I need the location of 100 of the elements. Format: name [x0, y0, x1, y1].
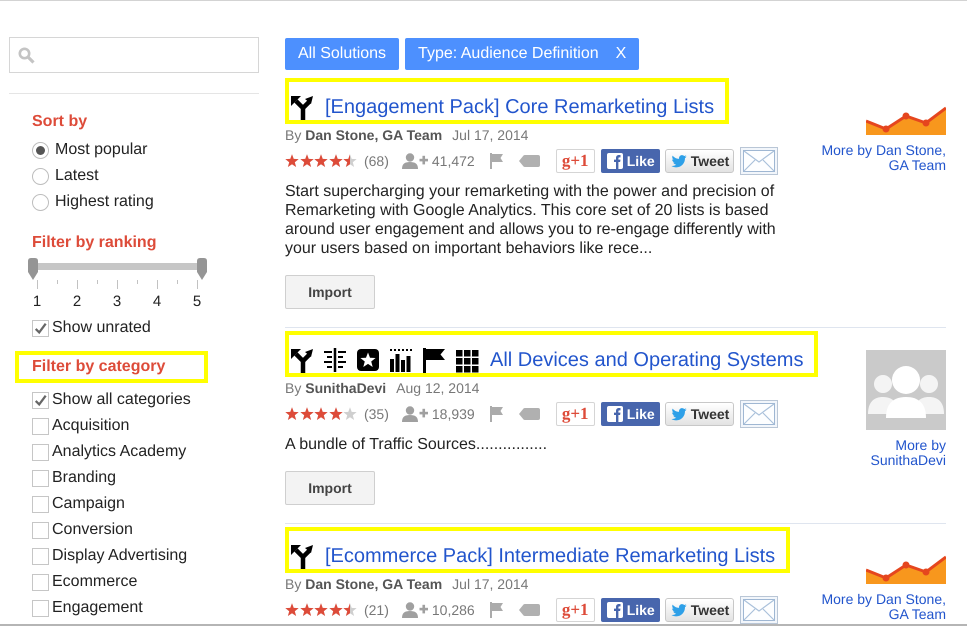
checkbox-label: Show unrated — [52, 318, 151, 338]
checkbox[interactable] — [32, 470, 49, 486]
plus-one-button[interactable]: g+1 — [556, 149, 595, 173]
author-link[interactable]: More by Dan Stone, GA Team — [821, 592, 946, 622]
search-field[interactable] — [9, 37, 259, 73]
import-count: 18,939 — [432, 404, 475, 424]
email-button[interactable] — [740, 147, 778, 175]
tag-icon[interactable] — [518, 155, 540, 167]
publish-date: Aug 12, 2014 — [396, 378, 480, 398]
add-person-icon — [402, 406, 428, 422]
star-icon — [328, 407, 343, 421]
author-line: By SunithaDevi — [285, 378, 386, 398]
radio-button[interactable] — [32, 142, 49, 158]
checkbox[interactable] — [32, 392, 49, 408]
tweet-button[interactable]: Tweet — [664, 598, 734, 622]
bar-chart-icon — [389, 347, 413, 373]
like-button[interactable]: Like — [600, 402, 660, 426]
publish-date: Jul 17, 2014 — [452, 126, 528, 144]
checkbox[interactable] — [32, 522, 49, 538]
flag-icon[interactable] — [490, 602, 503, 618]
solution-title-link[interactable]: [Engagement Pack] Core Remarketing Lists — [325, 94, 714, 120]
star-icon — [314, 407, 328, 421]
author-link[interactable]: More by SunithaDevi — [821, 438, 946, 468]
flag-icon[interactable] — [490, 406, 503, 422]
solution-description: A bundle of Traffic Sources................ — [285, 435, 548, 454]
email-button[interactable] — [740, 596, 778, 624]
section-heading: Sort by — [32, 112, 88, 132]
radio-button[interactable] — [32, 168, 49, 184]
slider-thumb[interactable] — [28, 258, 38, 280]
tick-label: 4 — [152, 293, 162, 311]
like-button[interactable]: Like — [600, 149, 660, 173]
checkbox-label: Acquisition — [52, 416, 130, 436]
tick-label: 3 — [112, 293, 122, 311]
checkbox-label: Ecommerce — [52, 572, 138, 592]
checkbox[interactable] — [32, 600, 49, 616]
import-count: 10,286 — [432, 600, 475, 620]
rating-count: (35) — [364, 404, 389, 424]
checkbox[interactable] — [32, 418, 49, 434]
email-button[interactable] — [740, 400, 778, 428]
star-icon — [343, 603, 358, 617]
publish-date: Jul 17, 2014 — [452, 574, 528, 594]
fork-arrow-icon — [290, 94, 314, 120]
f-logo-icon — [606, 602, 623, 618]
checkbox[interactable] — [32, 548, 49, 564]
f-logo-icon — [606, 153, 623, 169]
checkbox-label: Engagement — [52, 598, 143, 618]
import-count: 41,472 — [432, 152, 475, 170]
checkbox[interactable] — [32, 444, 49, 460]
plus-one-button[interactable]: g+1 — [556, 598, 595, 622]
checkbox[interactable] — [32, 496, 49, 512]
solution-title-link[interactable]: All Devices and Operating Systems — [490, 346, 804, 374]
checkbox-label: Display Advertising — [52, 546, 188, 566]
tweet-button[interactable]: Tweet — [664, 149, 734, 173]
checkbox-label: Campaign — [52, 494, 125, 514]
star-icon — [328, 603, 343, 617]
import-button[interactable]: Import — [285, 275, 375, 309]
star-tile-icon — [356, 347, 380, 373]
star-icon — [285, 407, 299, 421]
star-icon — [328, 154, 343, 168]
radio-label: Latest — [55, 166, 99, 186]
fork-arrow-icon — [290, 543, 314, 569]
star-icon — [343, 407, 358, 421]
rating-count: (21) — [364, 600, 389, 620]
solution-description: Start supercharging your remarketing with the power and precision of Remarketing with Google Analytics. This core set of 20 lists is based around user engagement and allows you to re-engage differently with your users based on important behaviors like rece... — [285, 182, 777, 258]
tag-icon[interactable] — [518, 408, 540, 420]
f-logo-icon — [606, 406, 623, 422]
star-icon — [300, 407, 314, 421]
star-icon — [314, 154, 328, 168]
checkbox[interactable] — [32, 574, 49, 590]
star-icon — [314, 603, 328, 617]
tweet-button[interactable]: Tweet — [664, 402, 734, 426]
bird-icon — [670, 408, 687, 420]
checkbox-label: Show all categories — [52, 390, 191, 410]
import-button[interactable]: Import — [285, 471, 375, 505]
bird-icon — [670, 604, 687, 616]
flag-icon[interactable] — [490, 153, 503, 169]
rating-count: (68) — [364, 152, 389, 171]
author-line: By Dan Stone, GA Team — [285, 126, 442, 145]
author-link[interactable]: More by Dan Stone, GA Team — [821, 143, 946, 173]
fork-arrow-icon — [290, 347, 314, 373]
radio-button[interactable] — [32, 194, 49, 210]
envelope-icon — [742, 403, 775, 425]
add-person-icon — [402, 602, 428, 618]
range-slider-track[interactable] — [28, 258, 207, 280]
envelope-icon — [742, 599, 775, 621]
star-icon — [285, 154, 299, 168]
star-icon — [343, 154, 358, 168]
tick-label: 5 — [192, 293, 202, 311]
tick-label: 2 — [72, 293, 82, 311]
flag-icon — [422, 347, 446, 373]
checkbox[interactable] — [32, 320, 49, 336]
radio-label: Highest rating — [55, 192, 154, 212]
solution-title-link[interactable]: [Ecommerce Pack] Intermediate Remarketing Lists — [325, 542, 776, 570]
bird-icon — [670, 154, 687, 168]
plus-one-button[interactable]: g+1 — [556, 402, 595, 426]
like-button[interactable]: Like — [600, 598, 660, 622]
tag-icon[interactable] — [518, 604, 540, 616]
tick-label: 1 — [32, 293, 42, 311]
slider-thumb[interactable] — [197, 258, 207, 280]
checkbox-label: Analytics Academy — [52, 442, 186, 462]
